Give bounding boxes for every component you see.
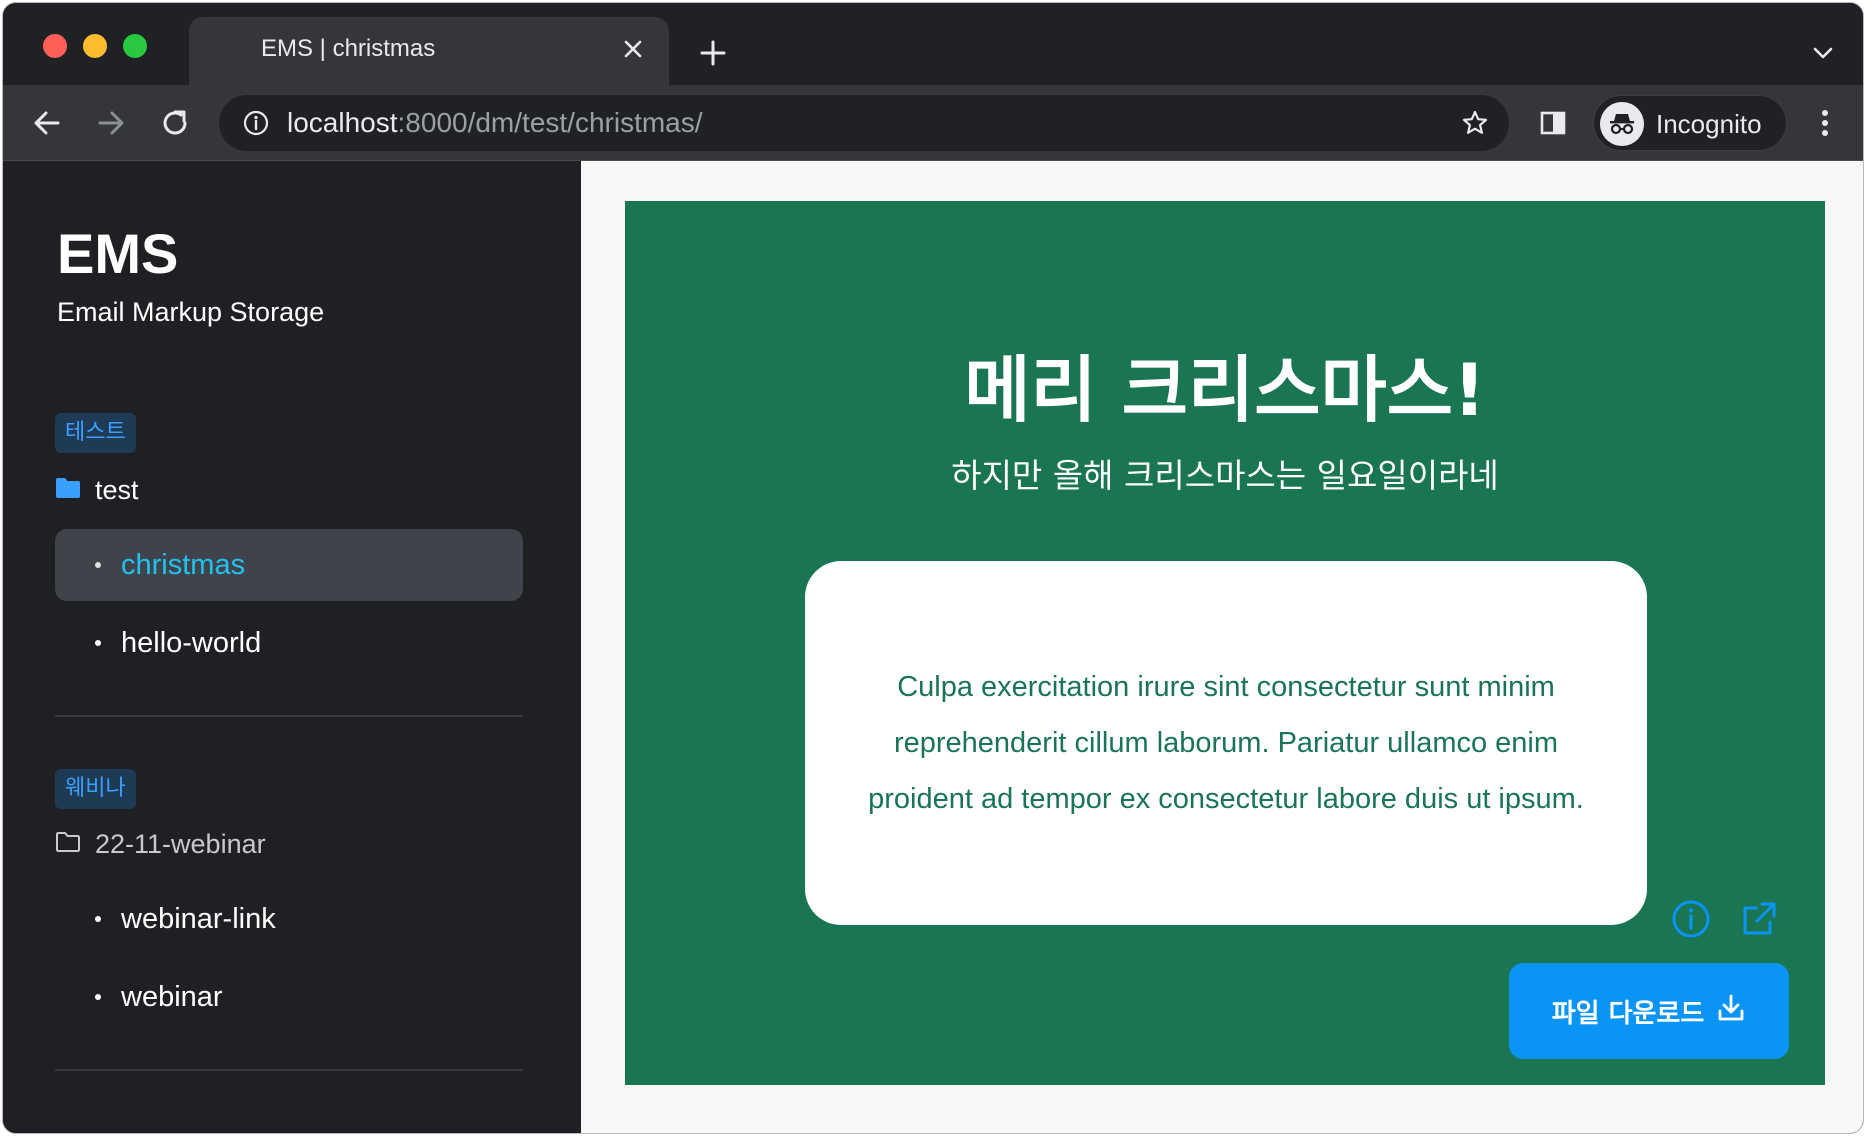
- browser-window: EMS | christmas localhost:8000/dm/test/c: [2, 2, 1864, 1134]
- nav-item-christmas[interactable]: christmas: [55, 529, 523, 601]
- maximize-window-button[interactable]: [123, 34, 147, 58]
- nav-item-hello-world[interactable]: hello-world: [55, 607, 523, 679]
- folder-22-11-webinar[interactable]: 22-11-webinar: [55, 829, 266, 860]
- folder-label: test: [95, 475, 139, 505]
- reload-icon[interactable]: [155, 103, 195, 143]
- forward-arrow-icon[interactable]: [91, 103, 131, 143]
- url-host: localhost: [287, 107, 398, 138]
- bullet-icon: [95, 640, 101, 646]
- nav-item-webinar[interactable]: webinar: [55, 961, 523, 1033]
- email-subtitle: 하지만 올해 크리스마스는 일요일이라네: [951, 456, 1499, 495]
- folder-test[interactable]: test: [55, 475, 139, 506]
- external-link-icon[interactable]: [1735, 895, 1783, 943]
- tab-strip: EMS | christmas: [3, 3, 1863, 85]
- tab-title: EMS | christmas: [261, 35, 436, 62]
- email-title: 메리 크리스마스!: [964, 348, 1486, 432]
- sidebar-divider: [55, 1069, 523, 1071]
- bullet-icon: [95, 916, 101, 922]
- browser-menu-icon[interactable]: [1805, 103, 1845, 143]
- url-path: :8000/dm/test/christmas/: [397, 107, 703, 138]
- browser-toolbar: localhost:8000/dm/test/christmas/ Incogn…: [3, 85, 1863, 161]
- nav-item-label: webinar: [121, 980, 223, 1013]
- tab-close-icon[interactable]: [617, 33, 649, 65]
- folder-filled-icon: [55, 475, 81, 506]
- category-badge: 웨비나: [55, 769, 136, 809]
- app-title: EMS: [57, 222, 179, 285]
- sidebar: EMS Email Markup Storage 테스트 test christ…: [3, 161, 581, 1133]
- bookmark-star-icon[interactable]: [1459, 107, 1491, 139]
- email-body: Culpa exercitation irure sint consectetu…: [868, 671, 1584, 815]
- new-tab-button[interactable]: [693, 33, 733, 73]
- site-info-icon[interactable]: [241, 108, 271, 138]
- folder-outline-icon: [55, 829, 81, 860]
- incognito-profile-button[interactable]: Incognito: [1593, 95, 1787, 151]
- back-arrow-icon[interactable]: [27, 103, 67, 143]
- browser-tab[interactable]: EMS | christmas: [189, 17, 669, 85]
- nav-item-webinar-link[interactable]: webinar-link: [55, 883, 523, 955]
- nav-item-label: webinar-link: [121, 902, 276, 935]
- url-text[interactable]: localhost:8000/dm/test/christmas/: [287, 107, 703, 139]
- sidebar-divider: [55, 715, 523, 717]
- download-button-label: 파일 다운로드: [1551, 998, 1705, 1029]
- bullet-icon: [95, 994, 101, 1000]
- address-bar[interactable]: localhost:8000/dm/test/christmas/: [219, 95, 1509, 151]
- nav-item-label: christmas: [121, 548, 246, 581]
- download-icon: [1716, 993, 1746, 1030]
- side-panel-icon[interactable]: [1533, 103, 1573, 143]
- nav-item-label: hello-world: [121, 626, 262, 659]
- main-content: 메리 크리스마스! 하지만 올해 크리스마스는 일요일이라네 Culpa exe…: [581, 161, 1863, 1133]
- category-badge: 테스트: [55, 413, 136, 453]
- folder-label: 22-11-webinar: [95, 829, 266, 859]
- download-file-button[interactable]: 파일 다운로드: [1509, 963, 1789, 1059]
- app-subtitle: Email Markup Storage: [57, 297, 325, 327]
- email-message-box: Culpa exercitation irure sint consectetu…: [805, 561, 1647, 925]
- email-preview: 메리 크리스마스! 하지만 올해 크리스마스는 일요일이라네 Culpa exe…: [625, 201, 1825, 1085]
- bullet-icon: [95, 562, 101, 568]
- minimize-window-button[interactable]: [83, 34, 107, 58]
- incognito-label: Incognito: [1656, 109, 1762, 139]
- incognito-icon: [1600, 102, 1644, 146]
- tab-search-chevron-icon[interactable]: [1807, 37, 1839, 69]
- close-window-button[interactable]: [43, 34, 67, 58]
- info-circle-icon[interactable]: [1667, 895, 1715, 943]
